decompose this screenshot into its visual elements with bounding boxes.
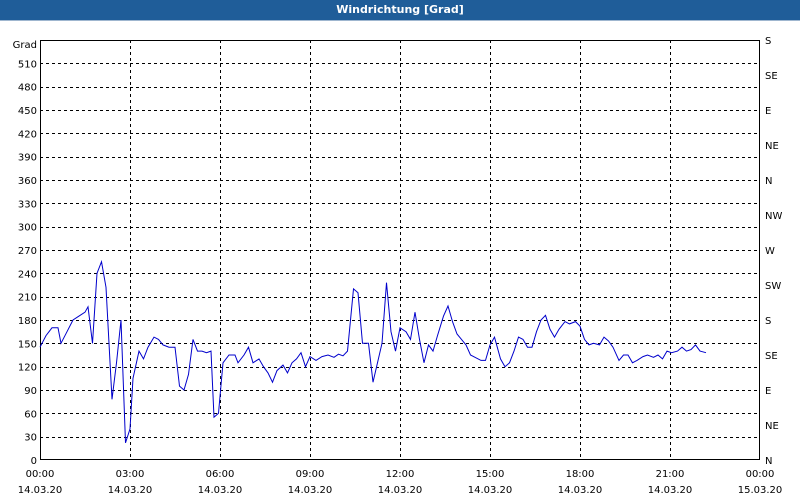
y-tick-label: 300 bbox=[18, 223, 37, 234]
y-tick-label: 510 bbox=[18, 59, 37, 70]
x-tick-date: 14.03.20 bbox=[468, 485, 513, 496]
x-tick-time: 09:00 bbox=[296, 469, 325, 480]
x-tick-date: 15.03.20 bbox=[738, 485, 783, 496]
y2-tick-label: SE bbox=[765, 351, 778, 362]
y-tick-label: 330 bbox=[18, 199, 37, 210]
y2-tick-label: NW bbox=[765, 211, 782, 222]
x-tick-time: 00:00 bbox=[26, 469, 55, 480]
y-tick-label: 180 bbox=[18, 316, 37, 327]
y-tick-label: 450 bbox=[18, 106, 37, 117]
x-axis-ticks: 00:00 14.03.20 03:00 14.03.20 06:00 14.03.20 0… bbox=[18, 469, 783, 496]
y2-tick-label: E bbox=[765, 106, 771, 117]
x-tick-date: 14.03.20 bbox=[648, 485, 693, 496]
wind-direction-chart: 0 30 60 90 120 150 180 210 240 270 300 330 360 390 420… bbox=[13, 36, 783, 496]
y-tick-label: 240 bbox=[18, 269, 37, 280]
x-tick-time: 21:00 bbox=[656, 469, 685, 480]
x-tick-date: 14.03.20 bbox=[18, 485, 63, 496]
x-tick-time: 12:00 bbox=[386, 469, 415, 480]
y2-tick-label: S bbox=[765, 316, 771, 327]
y-tick-label: 0 bbox=[31, 456, 37, 467]
y-tick-label: 210 bbox=[18, 293, 37, 304]
series-line bbox=[39, 259, 707, 444]
x-tick-time: 00:00 bbox=[746, 469, 775, 480]
y-tick-label: 390 bbox=[18, 153, 37, 164]
x-tick-time: 18:00 bbox=[566, 469, 595, 480]
y2-tick-label: SW bbox=[765, 281, 781, 292]
x-tick-date: 14.03.20 bbox=[198, 485, 243, 496]
y-tick-label: 270 bbox=[18, 246, 37, 257]
y-tick-label: 150 bbox=[18, 339, 37, 350]
y2-tick-label: E bbox=[765, 386, 771, 397]
grid bbox=[40, 40, 760, 460]
y2-tick-label: S bbox=[765, 36, 771, 47]
y-tick-label: 90 bbox=[24, 386, 37, 397]
x-tick-date: 14.03.20 bbox=[108, 485, 153, 496]
y2-axis-ticks: N NE E SE S SW W NW N NE E SE S bbox=[765, 36, 782, 467]
y2-tick-label: N bbox=[765, 176, 772, 187]
x-tick-time: 15:00 bbox=[476, 469, 505, 480]
y-tick-label: 480 bbox=[18, 83, 37, 94]
y2-tick-label: W bbox=[765, 246, 775, 257]
y2-tick-label: NE bbox=[765, 141, 779, 152]
y2-tick-label: NE bbox=[765, 421, 779, 432]
y-tick-label: 360 bbox=[18, 176, 37, 187]
y2-tick-label: SE bbox=[765, 71, 778, 82]
x-tick-date: 14.03.20 bbox=[378, 485, 423, 496]
x-tick-date: 14.03.20 bbox=[558, 485, 603, 496]
y-tick-label: 60 bbox=[24, 409, 37, 420]
y-tick-label: 120 bbox=[18, 363, 37, 374]
x-tick-time: 03:00 bbox=[116, 469, 145, 480]
y2-tick-label: N bbox=[765, 456, 772, 467]
y-axis-label: Grad bbox=[13, 40, 37, 51]
y-tick-label: 30 bbox=[24, 433, 37, 444]
y-axis-ticks: 0 30 60 90 120 150 180 210 240 270 300 330 360 390 420… bbox=[18, 59, 37, 467]
x-tick-time: 06:00 bbox=[206, 469, 235, 480]
y-tick-label: 420 bbox=[18, 129, 37, 140]
x-tick-date: 14.03.20 bbox=[288, 485, 333, 496]
